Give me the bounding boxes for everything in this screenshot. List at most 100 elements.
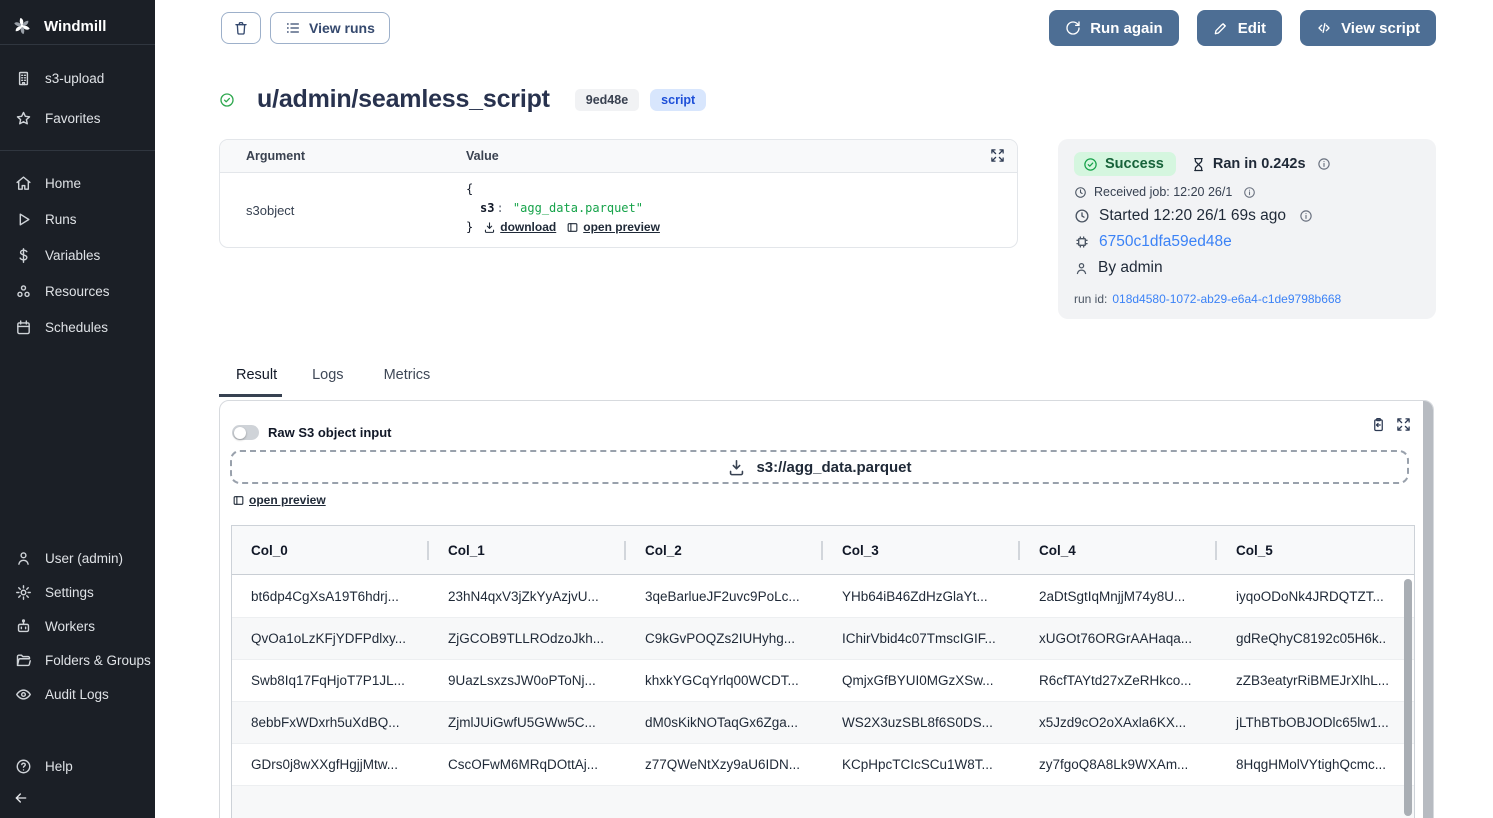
tab-logs[interactable]: Logs — [307, 367, 348, 397]
raw-s3-toggle-row: Raw S3 object input — [232, 425, 392, 440]
open-preview-link[interactable]: open preview — [566, 218, 660, 237]
table-row[interactable]: 8ebbFxWDxrh5uXdBQ...ZjmlJUiGwfU5GWw5C...… — [232, 701, 1414, 743]
column-header[interactable]: Col_4 — [1020, 526, 1217, 574]
json-brace-open: { — [466, 180, 660, 199]
star-icon — [15, 110, 32, 127]
table-scrollbar-thumb[interactable] — [1404, 579, 1412, 816]
help-icon — [15, 758, 32, 775]
column-header[interactable]: Col_2 — [626, 526, 823, 574]
eye-icon — [15, 686, 32, 703]
sidebar-item-favorites[interactable]: Favorites — [0, 100, 155, 136]
panel-preview-icon — [232, 494, 245, 507]
sidebar-item-s3-upload[interactable]: s3-upload — [0, 60, 155, 96]
view-runs-label: View runs — [309, 20, 375, 36]
expand-icon[interactable] — [1396, 417, 1411, 432]
column-header[interactable]: Col_3 — [823, 526, 1020, 574]
tab-result[interactable]: Result — [219, 367, 282, 397]
table-row[interactable]: bt6dp4CgXsA19T6hdrj...23hN4qxV3jZkYyAzjv… — [232, 575, 1414, 617]
duration: Ran in 0.242s — [1191, 156, 1331, 172]
folder-icon — [15, 652, 32, 669]
sidebar-item-schedules[interactable]: Schedules — [0, 309, 155, 345]
sidebar-item-label: Runs — [45, 212, 77, 227]
result-panel: Raw S3 object input s3://agg_data.parque… — [219, 400, 1434, 818]
view-script-button[interactable]: View script — [1300, 10, 1436, 46]
view-runs-button[interactable]: View runs — [270, 12, 390, 44]
sidebar-item-settings[interactable]: Settings — [0, 574, 155, 610]
sidebar-item-variables[interactable]: Variables — [0, 237, 155, 273]
run-id-link[interactable]: 018d4580-1072-ab29-e6a4-c1de9798b668 — [1112, 292, 1341, 306]
sidebar-item-home[interactable]: Home — [0, 165, 155, 201]
sidebar-divider — [0, 44, 155, 45]
argument-name: s3object — [246, 203, 294, 218]
delete-button[interactable] — [221, 12, 261, 44]
main-content: View runs Run again Edit View script u/a… — [155, 0, 1493, 818]
user-icon — [15, 550, 32, 567]
received-job-label: Received job: 12:20 26/1 — [1094, 185, 1232, 199]
sidebar-item-user[interactable]: User (admin) — [0, 540, 155, 576]
edit-button[interactable]: Edit — [1197, 10, 1282, 46]
sidebar-item-label: Variables — [45, 248, 100, 263]
check-circle-icon — [1083, 157, 1098, 172]
hash-badge: 9ed48e — [575, 89, 639, 111]
windmill-logo-icon — [11, 15, 33, 37]
boxes-icon — [15, 283, 32, 300]
sidebar-item-folders-groups[interactable]: Folders & Groups — [0, 642, 155, 678]
sidebar-item-workers[interactable]: Workers — [0, 608, 155, 644]
open-preview-link[interactable]: open preview — [232, 493, 326, 507]
toolbar-right: Run again Edit View script — [1049, 10, 1436, 46]
arrow-left-icon — [13, 790, 29, 806]
table-row[interactable]: Swb8Iq17FqHjoT7P1JL...9UazLsxzsJW0oPToNj… — [232, 659, 1414, 701]
run-id-row: run id: 018d4580-1072-ab29-e6a4-c1de9798… — [1074, 292, 1420, 306]
json-colon: : — [494, 201, 505, 215]
job-hash-link[interactable]: 6750c1dfa59ed48e — [1099, 233, 1232, 251]
tab-metrics[interactable]: Metrics — [379, 367, 436, 397]
brand[interactable]: Windmill — [0, 8, 155, 44]
run-again-button[interactable]: Run again — [1049, 10, 1179, 46]
json-key: s3 — [480, 201, 494, 215]
s3-file-download-area[interactable]: s3://agg_data.parquet — [230, 450, 1409, 484]
sidebar-item-label: User (admin) — [45, 551, 123, 566]
job-status-panel: Success Ran in 0.242s Received job: 12:2… — [1058, 139, 1436, 319]
raw-s3-toggle[interactable] — [232, 425, 259, 440]
column-header[interactable]: Col_0 — [232, 526, 429, 574]
value-column-header: Value — [466, 149, 499, 163]
sidebar-item-label: Workers — [45, 619, 95, 634]
collapse-sidebar-button[interactable] — [13, 786, 37, 810]
duration-label: Ran in 0.242s — [1213, 156, 1306, 172]
info-icon[interactable] — [1317, 157, 1331, 171]
sidebar-item-label: s3-upload — [45, 71, 104, 86]
table-row[interactable]: QvOa1oLzKFjYDFPdlxy...ZjGCOB9TLLROdzoJkh… — [232, 617, 1414, 659]
job-hash-row: 6750c1dfa59ed48e — [1074, 233, 1420, 251]
info-icon[interactable] — [1299, 209, 1313, 223]
info-icon[interactable] — [1243, 186, 1256, 199]
column-header[interactable]: Col_1 — [429, 526, 626, 574]
table-row-partial — [232, 785, 1414, 818]
sidebar-divider — [0, 150, 155, 151]
view-script-label: View script — [1341, 20, 1420, 37]
status-row: Success Ran in 0.242s — [1074, 152, 1420, 176]
json-line-close: } download open preview — [466, 218, 660, 237]
sidebar-item-help[interactable]: Help — [0, 748, 155, 784]
sidebar-item-label: Home — [45, 176, 81, 191]
refresh-icon — [1065, 20, 1081, 36]
sidebar-item-audit-logs[interactable]: Audit Logs — [0, 676, 155, 712]
sidebar: Windmill s3-upload Favorites Home Runs V… — [0, 0, 155, 818]
arguments-card: Argument Value s3object { s3: "agg_data.… — [219, 139, 1018, 248]
sidebar-item-runs[interactable]: Runs — [0, 201, 155, 237]
home-icon — [15, 175, 32, 192]
copy-clipboard-icon[interactable] — [1371, 417, 1386, 432]
expand-args-button[interactable] — [990, 148, 1005, 163]
panel-scrollbar[interactable] — [1423, 401, 1433, 818]
json-brace-close: } — [466, 218, 473, 237]
clock-icon — [1074, 186, 1087, 199]
clock-icon — [1074, 208, 1090, 224]
sidebar-item-label: Help — [45, 759, 73, 774]
download-link[interactable]: download — [483, 218, 556, 237]
status-label: Success — [1105, 156, 1164, 172]
column-header[interactable]: Col_5 — [1217, 526, 1414, 574]
sidebar-item-resources[interactable]: Resources — [0, 273, 155, 309]
download-label: download — [500, 218, 556, 237]
table-row[interactable]: GDrs0j8wXXgfHgjjMtw...CscOFwM6MRqDOttAj.… — [232, 743, 1414, 785]
started-row: Started 12:20 26/1 69s ago — [1074, 207, 1420, 225]
argument-value: { s3: "agg_data.parquet" } download open… — [466, 180, 660, 237]
